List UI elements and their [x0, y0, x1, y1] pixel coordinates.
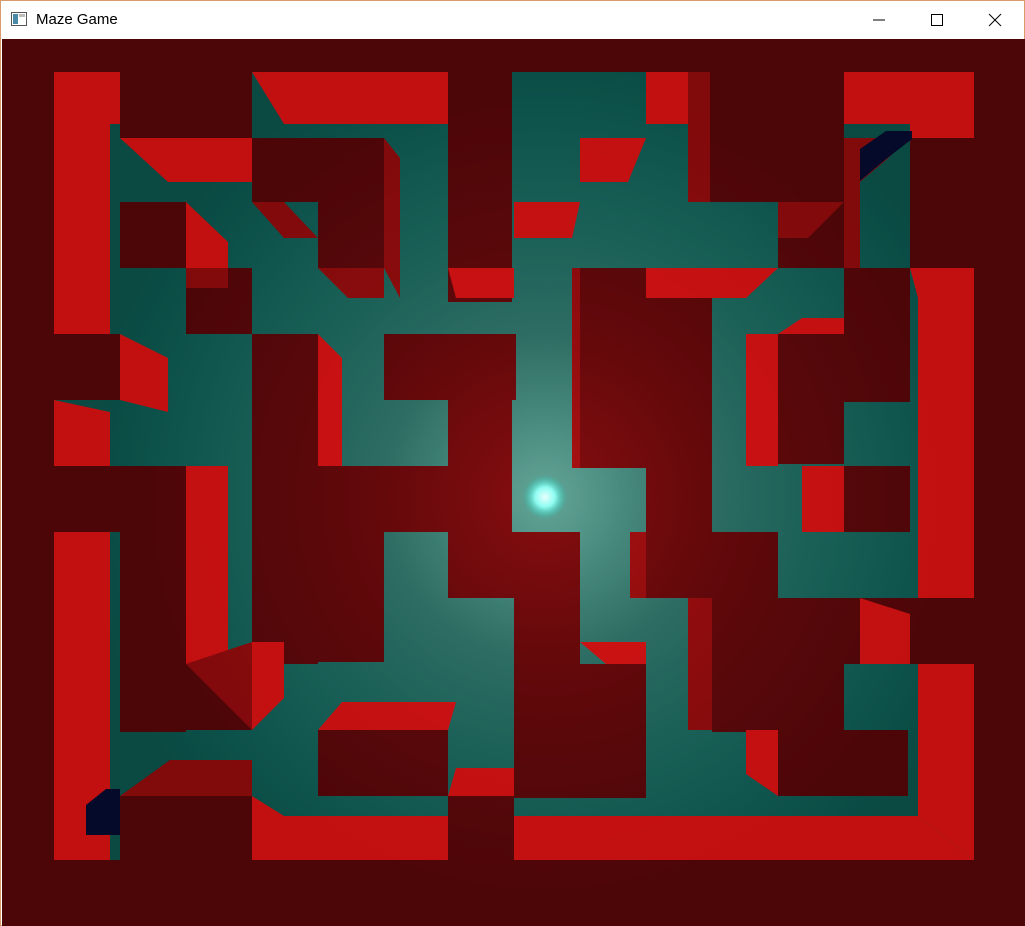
maze-game-window: Maze Game: [0, 0, 1025, 926]
wall-light-glow: [2, 39, 1025, 926]
minimize-icon: [873, 19, 885, 21]
maze-scene: [2, 39, 1025, 926]
minimize-button[interactable]: [850, 1, 908, 38]
game-viewport[interactable]: [2, 39, 1025, 926]
window-app-icon: [11, 12, 27, 26]
glowing-light-orb: [523, 475, 567, 519]
title-bar[interactable]: Maze Game: [1, 1, 1024, 38]
maximize-icon: [931, 14, 943, 26]
window-title: Maze Game: [36, 11, 118, 28]
close-button[interactable]: [966, 1, 1024, 38]
maximize-button[interactable]: [908, 1, 966, 38]
close-icon: [988, 13, 1002, 27]
